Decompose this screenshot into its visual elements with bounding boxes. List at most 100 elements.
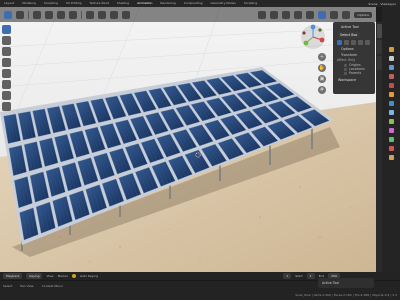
gizmo-toggle-icon[interactable] [270, 10, 279, 19]
scene-properties-icon[interactable] [388, 74, 394, 79]
tab-sculpting[interactable]: Sculpting [40, 0, 62, 7]
select-intersect-icon[interactable] [365, 40, 370, 45]
left-toolbar [2, 25, 12, 111]
select-mode-icons [335, 39, 373, 46]
shading-material-icon[interactable] [330, 10, 339, 19]
active-tool-selector[interactable]: Select Box [337, 32, 361, 38]
active-tool-header[interactable]: Active Tool [335, 24, 373, 31]
camera-icon[interactable]: ▣ [318, 75, 326, 83]
affect-only-label: Affect Only [337, 58, 356, 62]
world-properties-icon[interactable] [388, 83, 394, 88]
tab-scripting[interactable]: Scripting [240, 0, 261, 7]
select-extend-icon[interactable] [344, 40, 349, 45]
texture-properties-icon[interactable] [388, 155, 394, 160]
navigation-gizmo-icon[interactable] [300, 24, 326, 50]
shading-rendered-icon[interactable] [342, 10, 351, 19]
blender-window: Layout Modeling Sculpting UV Editing Tex… [0, 0, 400, 300]
select-menu-icon[interactable] [45, 10, 53, 19]
add-menu-icon[interactable] [57, 10, 65, 19]
auto-keying-label[interactable]: Auto Keying [80, 274, 98, 278]
pan-hand-icon[interactable]: ✋ [318, 64, 326, 72]
pivot-point-icon[interactable] [98, 10, 106, 19]
tab-compositing[interactable]: Compositing [180, 0, 207, 7]
modifier-properties-icon[interactable] [388, 101, 394, 106]
move-tool-icon[interactable] [2, 47, 11, 56]
workspace-header[interactable]: Workspace [335, 78, 373, 82]
cursor-tool-icon[interactable] [2, 36, 11, 45]
affect-parents-label: Parents [349, 71, 362, 75]
select-invert-icon[interactable] [358, 40, 363, 45]
annotate-tool-icon[interactable] [2, 91, 11, 100]
tab-view[interactable] [376, 40, 382, 54]
tab-rendering[interactable]: Rendering [156, 0, 179, 7]
view-layer-properties-icon[interactable] [388, 65, 394, 70]
snap-icon[interactable] [110, 10, 118, 19]
workspace-tabs-bar: Layout Modeling Sculpting UV Editing Tex… [0, 0, 400, 7]
playback-menu[interactable]: Playback [3, 273, 23, 279]
active-tool-popup-label: Active Tool [322, 281, 340, 285]
tab-geometry-nodes[interactable]: Geometry Nodes [207, 0, 240, 7]
constraint-properties-icon[interactable] [388, 128, 394, 133]
tab-item[interactable] [376, 56, 382, 70]
tab-texture-paint[interactable]: Texture Paint [86, 0, 113, 7]
view-menu[interactable]: View [46, 274, 53, 278]
rotate-tool-icon[interactable] [2, 58, 11, 67]
shading-wireframe-icon[interactable] [306, 10, 315, 19]
options-header[interactable]: Options [335, 46, 373, 53]
data-properties-icon[interactable] [388, 137, 394, 142]
scale-tool-icon[interactable] [2, 69, 11, 78]
tab-uv-editing[interactable]: UV Editing [62, 0, 86, 7]
view-layer-selector[interactable]: ViewLayer [381, 2, 396, 6]
start-label: Start [295, 274, 303, 278]
tab-modeling[interactable]: Modeling [18, 0, 40, 7]
shading-solid-icon[interactable] [318, 10, 327, 19]
current-frame-field[interactable]: 1 [283, 273, 292, 279]
record-keyframe-icon[interactable] [71, 274, 76, 278]
select-new-icon[interactable] [337, 40, 342, 45]
tab-shading[interactable]: Shading [113, 0, 133, 7]
select-cursor-icon[interactable] [2, 25, 11, 34]
object-menu-icon[interactable] [69, 10, 77, 19]
status-bar: Solar_Row | Verts:2,400 | Faces:2,184 | … [0, 290, 400, 299]
visibility-icon[interactable] [258, 10, 267, 19]
sidebar-tool-panel: Active Tool Select Box Options Transform… [333, 22, 375, 94]
active-tool-row: Select Box [335, 31, 373, 39]
tab-animation[interactable]: Animation [133, 0, 156, 7]
material-properties-icon[interactable] [388, 146, 394, 151]
grid-icon[interactable]: # [318, 86, 326, 94]
tab-tool[interactable] [376, 24, 382, 38]
render-properties-icon[interactable] [388, 47, 394, 52]
editor-type-icon[interactable] [4, 10, 12, 19]
options-dropdown[interactable]: Options [354, 11, 372, 18]
header-separator [28, 10, 29, 19]
zoom-icon[interactable]: + [318, 53, 326, 61]
context-hint: Context Menu [41, 283, 63, 288]
physics-properties-icon[interactable] [388, 119, 394, 124]
scene-statistics: Solar_Row | Verts:2,400 | Faces:2,184 | … [295, 292, 397, 297]
proportional-edit-icon[interactable] [122, 10, 130, 19]
keying-menu[interactable]: Keying [26, 273, 43, 279]
transform-orientation-icon[interactable] [86, 10, 94, 19]
measure-tool-icon[interactable] [2, 102, 11, 111]
object-properties-icon[interactable] [388, 92, 394, 97]
navigation-buttons: + ✋ ▣ # [318, 53, 326, 94]
checkbox-icon [344, 67, 347, 71]
header-separator [81, 10, 82, 19]
affect-parents-checkbox[interactable]: Parents [335, 71, 373, 75]
particle-properties-icon[interactable] [388, 110, 394, 115]
properties-tab-strip [382, 7, 400, 272]
marker-menu[interactable]: Marker [58, 274, 68, 278]
checkbox-icon [344, 71, 347, 75]
select-subtract-icon[interactable] [351, 40, 356, 45]
tab-layout[interactable]: Layout [0, 0, 18, 7]
xray-toggle-icon[interactable] [294, 10, 303, 19]
object-mode-icon[interactable] [16, 10, 24, 19]
scene-selector[interactable]: Scene [368, 2, 377, 6]
start-frame-field[interactable]: 1 [306, 273, 315, 279]
view-menu-icon[interactable] [33, 10, 41, 19]
overlay-toggle-icon[interactable] [282, 10, 291, 19]
output-properties-icon[interactable] [388, 56, 394, 61]
transform-tool-icon[interactable] [2, 80, 11, 89]
select-hint: Select [3, 283, 13, 288]
active-tool-popup[interactable]: Active Tool [318, 278, 374, 288]
